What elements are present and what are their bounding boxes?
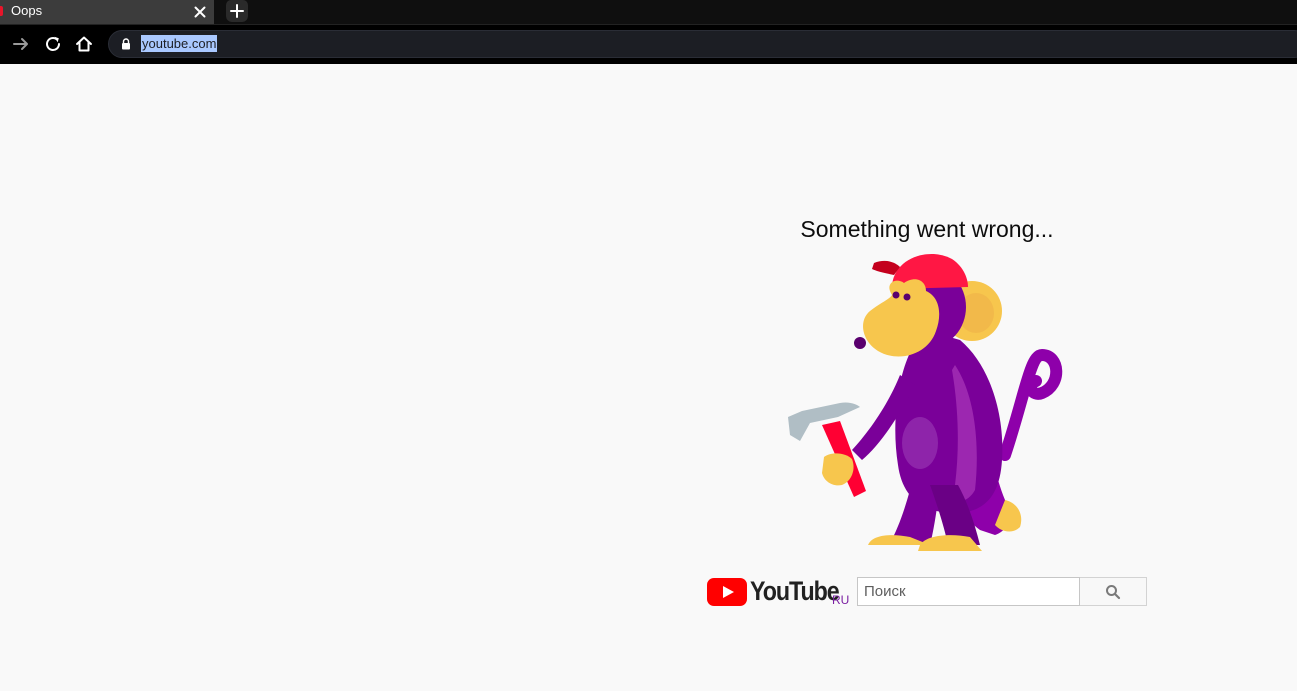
search-icon xyxy=(1106,584,1121,599)
logo-region: RU xyxy=(832,593,850,607)
play-icon xyxy=(707,578,747,606)
plus-icon[interactable] xyxy=(226,0,248,22)
arrow-right-icon[interactable] xyxy=(10,33,32,55)
address-bar[interactable]: youtube.com xyxy=(108,30,1297,58)
close-icon[interactable] xyxy=(192,4,208,20)
tab-strip: Oops xyxy=(0,0,1297,24)
youtube-logo[interactable]: YouTube RU xyxy=(707,575,857,611)
url-text[interactable]: youtube.com xyxy=(141,35,218,52)
tab-title: Oops xyxy=(11,3,43,18)
monkey-illustration xyxy=(788,254,1063,551)
home-icon[interactable] xyxy=(73,33,95,55)
toolbar: youtube.com xyxy=(0,24,1297,64)
browser-chrome: Oops youtube.com xyxy=(0,0,1297,64)
logo-wordmark: YouTube xyxy=(750,576,840,606)
reload-icon[interactable] xyxy=(42,33,64,55)
lock-icon xyxy=(122,38,130,50)
tab-indicator xyxy=(0,6,3,16)
browser-tab[interactable]: Oops xyxy=(0,0,214,24)
search-input[interactable] xyxy=(857,577,1080,606)
search-button[interactable] xyxy=(1080,577,1147,606)
error-title: Something went wrong... xyxy=(800,216,1054,242)
